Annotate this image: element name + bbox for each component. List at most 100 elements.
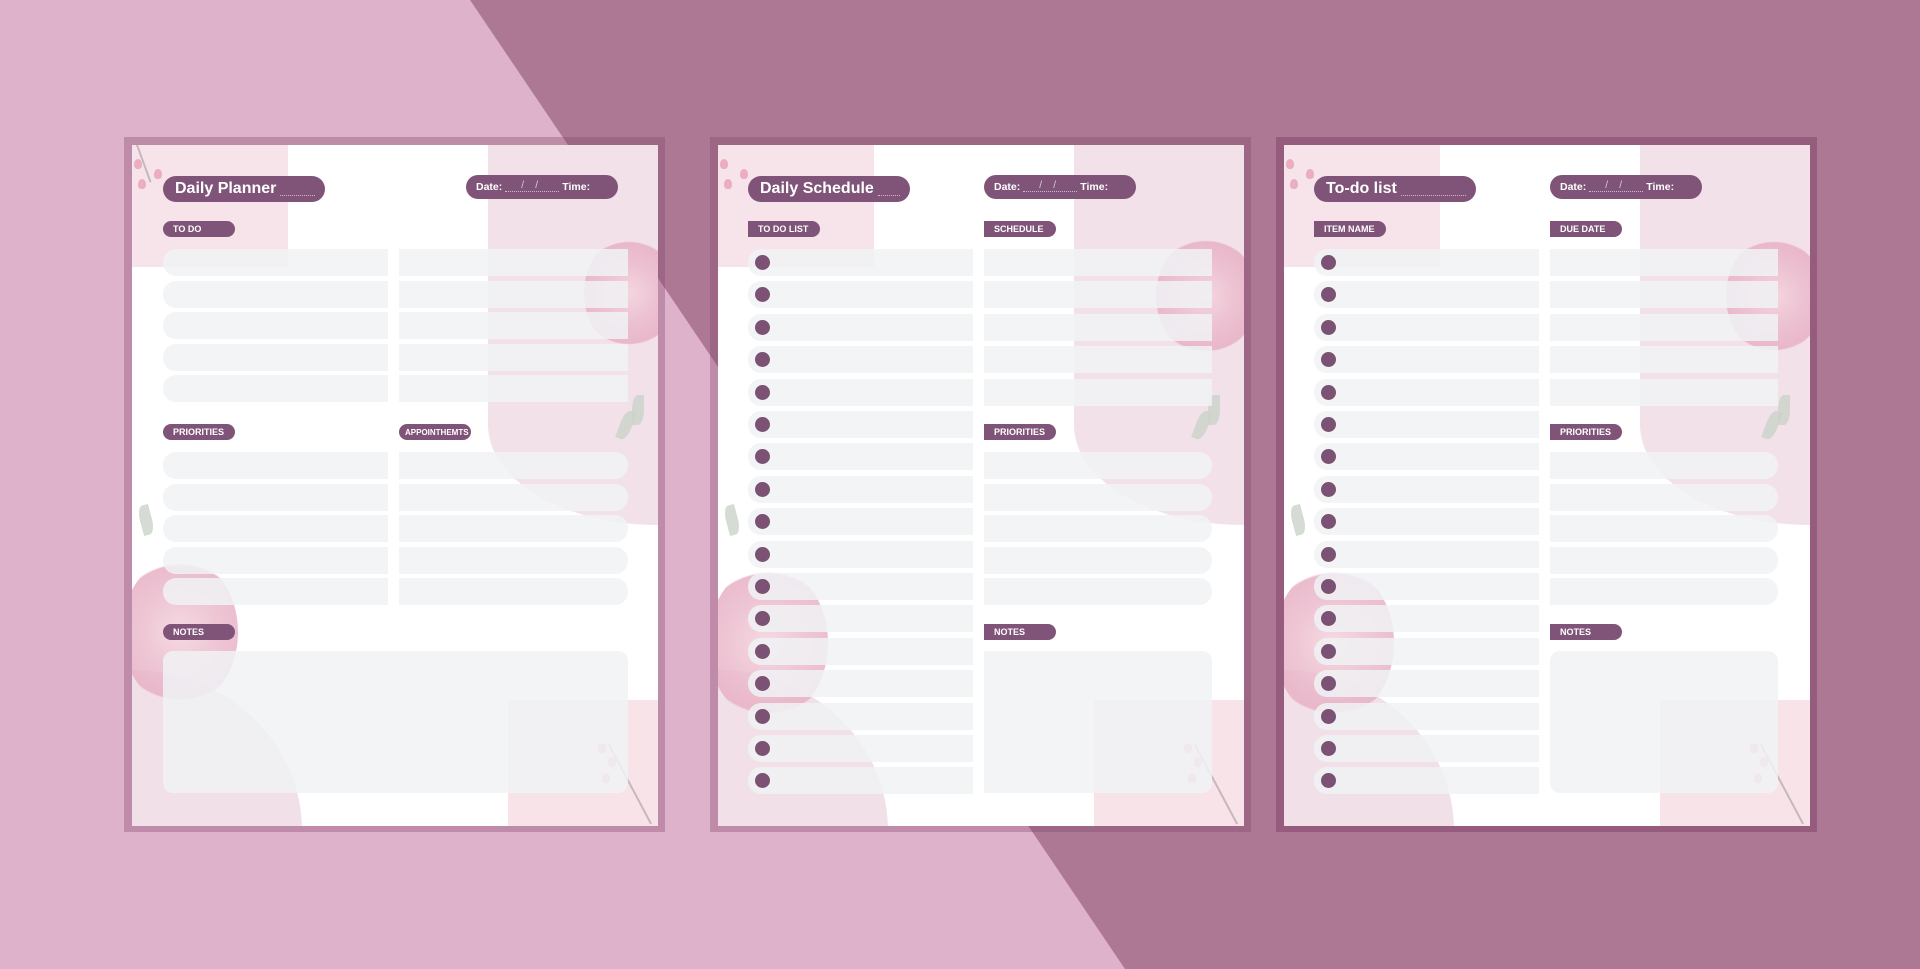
schedule-row[interactable]	[984, 281, 1212, 309]
bullet-icon	[1321, 417, 1336, 432]
date-label: Date:	[1560, 181, 1587, 193]
appointment-row[interactable]	[399, 483, 628, 511]
leaf-icon	[1288, 503, 1308, 537]
notes-area[interactable]	[1550, 651, 1778, 793]
todo-row[interactable]	[163, 312, 388, 340]
item-name-row[interactable]	[1314, 540, 1539, 568]
todo-list-row[interactable]	[748, 475, 973, 503]
priority-row[interactable]	[1550, 483, 1778, 511]
todo-row[interactable]	[163, 375, 388, 403]
todo-list-row[interactable]	[748, 443, 973, 471]
section-label-notes: NOTES	[1550, 624, 1622, 640]
flower-bud-icon	[720, 159, 728, 169]
item-name-row[interactable]	[1314, 475, 1539, 503]
item-name-row[interactable]	[1314, 281, 1539, 309]
todo-list-row[interactable]	[748, 670, 973, 698]
item-name-row[interactable]	[1314, 573, 1539, 600]
todo-list-row[interactable]	[748, 508, 973, 536]
date-time-field[interactable]: Date: / / Time:	[466, 175, 618, 199]
todo-row[interactable]	[399, 312, 628, 340]
appointment-row[interactable]	[399, 452, 628, 479]
priority-row[interactable]	[984, 515, 1212, 543]
todo-list-row[interactable]	[748, 313, 973, 341]
date-time-field[interactable]: Date: / / Time:	[984, 175, 1136, 199]
todo-list-row[interactable]	[748, 702, 973, 730]
todo-row[interactable]	[163, 249, 388, 276]
item-name-row[interactable]	[1314, 411, 1539, 438]
item-name-row[interactable]	[1314, 735, 1539, 762]
todo-list-row[interactable]	[748, 637, 973, 665]
priority-row[interactable]	[163, 483, 388, 511]
priority-row[interactable]	[1550, 578, 1778, 606]
schedule-row[interactable]	[984, 313, 1212, 341]
date-slots[interactable]: / /	[1023, 180, 1078, 192]
due-date-row[interactable]	[1550, 249, 1778, 276]
todo-list-row[interactable]	[748, 411, 973, 438]
item-name-row[interactable]	[1314, 313, 1539, 341]
title-dotted-line	[280, 194, 315, 196]
priority-row[interactable]	[984, 546, 1212, 574]
daily-schedule-sheet: Daily Schedule Date: / / Time: TO DO LIST…	[718, 145, 1244, 826]
due-date-row[interactable]	[1550, 378, 1778, 406]
priority-row[interactable]	[984, 578, 1212, 606]
bullet-icon	[755, 643, 770, 659]
todo-row[interactable]	[163, 280, 388, 308]
todo-row[interactable]	[399, 249, 628, 276]
schedule-row[interactable]	[984, 346, 1212, 374]
todo-row[interactable]	[399, 343, 628, 371]
priority-row[interactable]	[163, 452, 388, 479]
item-name-row[interactable]	[1314, 605, 1539, 633]
item-name-row[interactable]	[1314, 670, 1539, 698]
flower-bud-icon	[1306, 169, 1314, 179]
section-label-todo: TO DO	[163, 221, 235, 237]
due-date-row[interactable]	[1550, 313, 1778, 341]
appointment-row[interactable]	[399, 546, 628, 574]
priority-row[interactable]	[1550, 546, 1778, 574]
bullet-icon	[1321, 449, 1336, 465]
notes-area[interactable]	[984, 651, 1212, 793]
todo-list-row[interactable]	[748, 281, 973, 309]
item-name-row[interactable]	[1314, 443, 1539, 471]
date-time-field[interactable]: Date: / / Time:	[1550, 175, 1702, 199]
todo-list-row[interactable]	[748, 767, 973, 795]
todo-list-row[interactable]	[748, 605, 973, 633]
todo-list-row[interactable]	[748, 346, 973, 374]
todo-row[interactable]	[399, 280, 628, 308]
bullet-icon	[755, 352, 770, 368]
bullet-icon	[1321, 319, 1336, 335]
item-name-row[interactable]	[1314, 346, 1539, 374]
item-name-row[interactable]	[1314, 767, 1539, 795]
item-name-row[interactable]	[1314, 702, 1539, 730]
priority-row[interactable]	[163, 515, 388, 543]
schedule-row[interactable]	[984, 249, 1212, 276]
todo-row[interactable]	[399, 375, 628, 403]
todo-list-row[interactable]	[748, 540, 973, 568]
due-date-row[interactable]	[1550, 281, 1778, 309]
item-name-row[interactable]	[1314, 378, 1539, 406]
section-label-schedule: SCHEDULE	[984, 221, 1056, 237]
schedule-row[interactable]	[984, 378, 1212, 406]
item-name-row[interactable]	[1314, 249, 1539, 276]
date-slots[interactable]: / /	[505, 180, 560, 192]
appointment-row[interactable]	[399, 578, 628, 606]
todo-list-row[interactable]	[748, 573, 973, 600]
section-label-notes: NOTES	[984, 624, 1056, 640]
todo-row[interactable]	[163, 343, 388, 371]
priority-row[interactable]	[984, 483, 1212, 511]
priority-row[interactable]	[163, 578, 388, 606]
priority-row[interactable]	[1550, 515, 1778, 543]
notes-area[interactable]	[163, 651, 628, 793]
priority-row[interactable]	[1550, 452, 1778, 479]
due-date-row[interactable]	[1550, 346, 1778, 374]
item-name-row[interactable]	[1314, 508, 1539, 536]
todo-list-row[interactable]	[748, 735, 973, 762]
item-name-row[interactable]	[1314, 637, 1539, 665]
appointment-row[interactable]	[399, 515, 628, 543]
date-slots[interactable]: / /	[1589, 180, 1644, 192]
todo-list-row[interactable]	[748, 378, 973, 406]
todo-list-row[interactable]	[748, 249, 973, 276]
time-label: Time:	[562, 181, 591, 193]
priority-row[interactable]	[984, 452, 1212, 479]
priority-row[interactable]	[163, 546, 388, 574]
daily-planner-sheet: Daily Planner Date: / / Time: TO DO PRIOR…	[132, 145, 658, 826]
